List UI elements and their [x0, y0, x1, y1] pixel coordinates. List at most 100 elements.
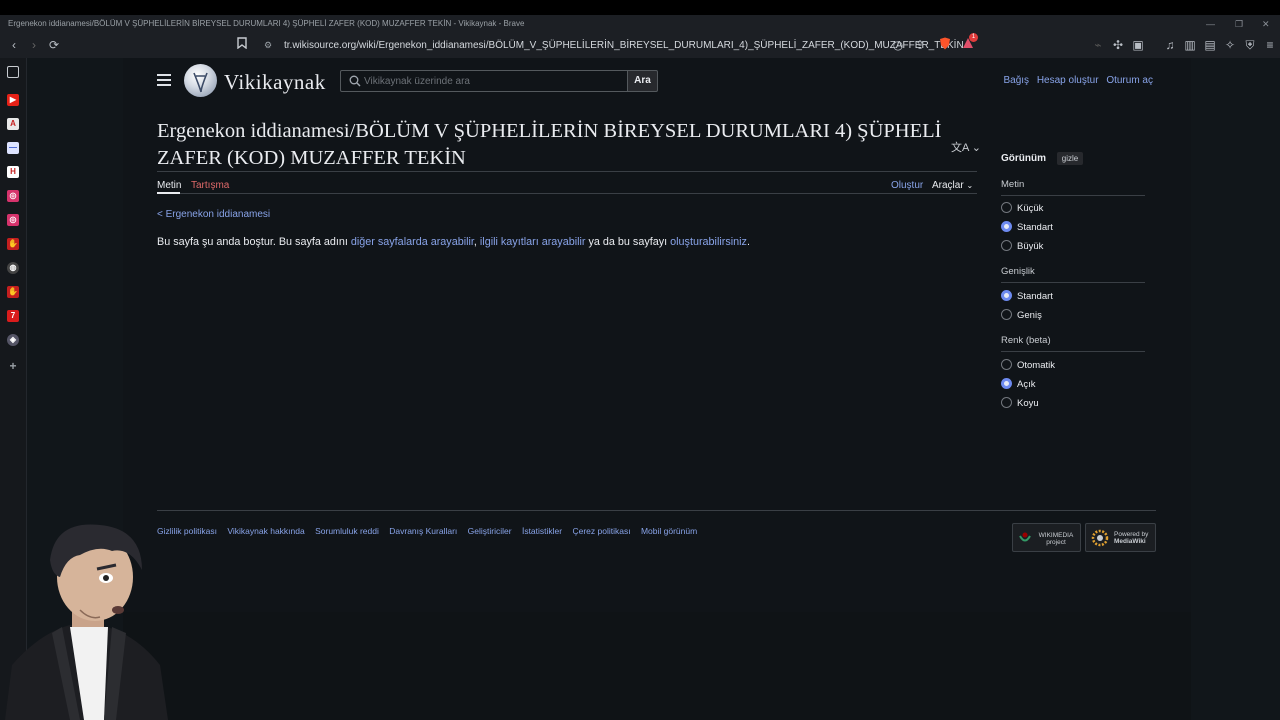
brave-shields-icon[interactable]: [937, 37, 953, 53]
site-info-icon[interactable]: ⚙: [264, 36, 272, 55]
appearance-panel: Görünüm gizle Metin Küçük Standart Büyük…: [1001, 152, 1145, 409]
vpn-icon[interactable]: ⌁: [1090, 37, 1106, 53]
radio-label: Geniş: [1017, 310, 1042, 321]
footer-link-disclaimer[interactable]: Sorumluluk reddi: [315, 526, 379, 536]
history-icon[interactable]: ◷: [890, 37, 906, 53]
app-shield-icon[interactable]: ◈: [7, 334, 19, 346]
radio-color-light[interactable]: Açık: [1001, 377, 1035, 392]
appearance-heading: Görünüm gizle: [1001, 152, 1145, 165]
mediawiki-logo-icon: [1091, 529, 1109, 547]
mediawiki-badge[interactable]: Powered by MediaWiki: [1085, 523, 1156, 552]
mediawiki-powered-by: Powered by: [1114, 531, 1149, 538]
tools-menu[interactable]: Araçlar ⌄: [932, 180, 973, 191]
radio-checked-icon[interactable]: [1001, 289, 1012, 301]
donate-link[interactable]: Bağış: [1003, 75, 1029, 86]
radio-icon[interactable]: [1001, 201, 1012, 213]
radio-text-standard[interactable]: Standart: [1001, 220, 1053, 235]
address-bar[interactable]: ⚙ tr.wikisource.org/wiki/Ergenekon_iddia…: [258, 36, 978, 55]
create-page-link[interactable]: oluşturabilirsiniz: [670, 236, 747, 248]
minimize-icon[interactable]: —: [1206, 15, 1215, 33]
notice-text-2: ya da bu sayfayı: [585, 236, 671, 248]
wikimedia-badge-text: WIKIMEDIA project: [1038, 532, 1074, 546]
screenshot-icon[interactable]: ▣: [1130, 37, 1146, 53]
wallet-icon[interactable]: ▤: [1202, 37, 1218, 53]
sidebar-panel-icon[interactable]: [7, 66, 19, 78]
app-instagram2-icon[interactable]: ◎: [7, 214, 19, 226]
footer-link-mobile[interactable]: Mobil görünüm: [641, 526, 697, 536]
shield-icon[interactable]: ⛨: [1242, 37, 1258, 53]
search-input[interactable]: [364, 71, 624, 91]
appearance-title: Görünüm: [1001, 153, 1046, 164]
app-instagram-icon[interactable]: ◎: [7, 190, 19, 202]
hide-button[interactable]: gizle: [1056, 152, 1084, 165]
group-label-color: Renk (beta): [1001, 335, 1145, 352]
wikimedia-badge[interactable]: WIKIMEDIA project: [1012, 523, 1081, 552]
radio-text-small[interactable]: Küçük: [1001, 201, 1044, 216]
forward-icon[interactable]: ›: [26, 37, 42, 53]
tab-text[interactable]: Metin: [157, 180, 181, 191]
share-icon[interactable]: ⇪: [912, 37, 928, 53]
footer-divider: [157, 510, 1156, 511]
window-title: Ergenekon iddianamesi/BÖLÜM V ŞÜPHELİLER…: [8, 19, 525, 28]
app-hand2-icon[interactable]: ✋: [7, 286, 19, 298]
tab-talk[interactable]: Tartışma: [191, 180, 229, 191]
leo-ai-icon[interactable]: ✧: [1222, 37, 1238, 53]
parent-page-link[interactable]: < Ergenekon iddianamesi: [157, 209, 270, 220]
app-hand-icon[interactable]: ✋: [7, 238, 19, 250]
footer-link-about[interactable]: Vikikaynak hakkında: [227, 526, 304, 536]
radio-color-dark[interactable]: Koyu: [1001, 396, 1039, 411]
search-box: [340, 70, 628, 92]
sidebar-toggle-icon[interactable]: ▥: [1182, 37, 1198, 53]
bookmark-icon[interactable]: [234, 37, 250, 53]
radio-width-wide[interactable]: Geniş: [1001, 308, 1042, 323]
restore-icon[interactable]: ❐: [1235, 15, 1243, 33]
page-title: Ergenekon iddianamesi/BÖLÜM V ŞÜPHELİLER…: [157, 120, 942, 169]
footer-link-conduct[interactable]: Davranış Kuralları: [389, 526, 457, 536]
radio-label: Küçük: [1017, 203, 1044, 214]
active-tab-indicator: [157, 192, 180, 194]
search-button[interactable]: Ara: [627, 70, 658, 92]
radio-icon[interactable]: [1001, 396, 1012, 408]
app-globe-icon[interactable]: ◍: [7, 262, 19, 274]
page-lower-area: [123, 612, 1191, 720]
radio-width-standard[interactable]: Standart: [1001, 289, 1053, 304]
top-letterbox: [0, 0, 1280, 15]
browser-toolbar: ‹ › ⟳ ⚙ tr.wikisource.org/wiki/Ergenekon…: [0, 33, 1280, 58]
footer-link-statistics[interactable]: İstatistikler: [522, 526, 562, 536]
reload-icon[interactable]: ⟳: [46, 37, 62, 53]
youtube-icon[interactable]: ▶: [7, 94, 19, 106]
app-a-icon[interactable]: A: [7, 118, 19, 130]
language-icon[interactable]: 文A ⌄: [951, 139, 981, 155]
close-icon[interactable]: ✕: [1262, 15, 1270, 33]
app-seven-icon[interactable]: 7: [7, 310, 19, 322]
radio-checked-icon[interactable]: [1001, 220, 1012, 232]
rewards-count-badge: 1: [969, 33, 978, 42]
streamer-avatar: [5, 524, 168, 720]
tab-create[interactable]: Oluştur: [891, 180, 923, 191]
login-link[interactable]: Oturum aç: [1106, 75, 1153, 86]
app-dash-icon[interactable]: —: [7, 142, 19, 154]
wikisource-logo-icon[interactable]: [184, 64, 217, 97]
back-icon[interactable]: ‹: [6, 37, 22, 53]
menu-icon[interactable]: ≡: [1262, 37, 1278, 53]
radio-icon[interactable]: [1001, 239, 1012, 251]
radio-icon[interactable]: [1001, 358, 1012, 370]
site-logo-text[interactable]: Vikikaynak: [224, 70, 326, 95]
group-label-width: Genişlik: [1001, 266, 1145, 283]
main-menu-icon[interactable]: [157, 74, 171, 86]
window-titlebar: Ergenekon iddianamesi/BÖLÜM V ŞÜPHELİLER…: [0, 15, 1280, 33]
search-logs-link[interactable]: ilgili kayıtları arayabilir: [480, 236, 586, 248]
media-icon[interactable]: ♫: [1162, 37, 1178, 53]
create-account-link[interactable]: Hesap oluştur: [1037, 75, 1099, 86]
app-h-icon[interactable]: H: [7, 166, 19, 178]
radio-icon[interactable]: [1001, 308, 1012, 320]
radio-color-auto[interactable]: Otomatik: [1001, 358, 1055, 373]
brave-rewards-icon[interactable]: 1: [960, 33, 978, 53]
footer-link-cookies[interactable]: Çerez politikası: [572, 526, 630, 536]
search-other-pages-link[interactable]: diğer sayfalarda arayabilir: [351, 236, 474, 248]
add-icon[interactable]: +: [7, 360, 19, 372]
footer-link-developers[interactable]: Geliştiriciler: [468, 526, 512, 536]
radio-text-large[interactable]: Büyük: [1001, 239, 1043, 254]
radio-checked-icon[interactable]: [1001, 377, 1012, 389]
extensions-icon[interactable]: ✣: [1110, 37, 1126, 53]
